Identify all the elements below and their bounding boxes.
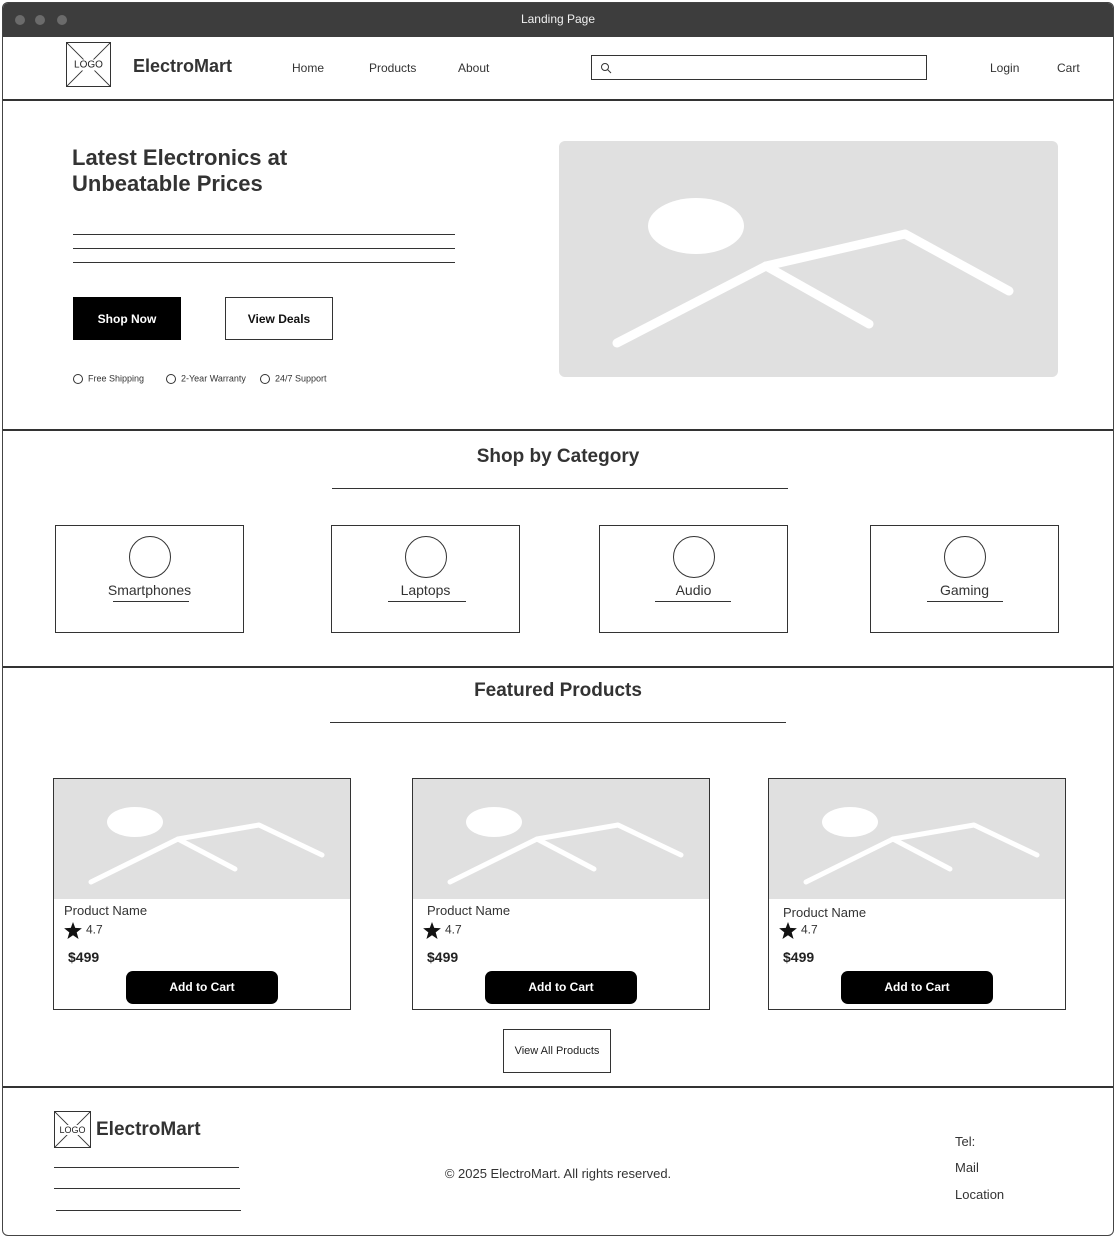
hero-text-line: [73, 248, 455, 249]
product-price: $499: [68, 949, 100, 965]
product-image-placeholder: [54, 779, 350, 899]
hero-section: Latest Electronics at Unbeatable Prices …: [3, 101, 1113, 431]
hero-text-line: [73, 234, 455, 235]
featured-section: Featured Products Product Name 4.7 $499 …: [3, 668, 1113, 1088]
category-icon: [943, 536, 986, 578]
title-bar: Landing Page: [3, 3, 1113, 37]
section-divider: [330, 722, 786, 723]
category-card-laptops[interactable]: Laptops: [331, 525, 520, 633]
search-input[interactable]: [616, 58, 916, 77]
window-title: Landing Page: [520, 12, 596, 26]
category-underline: [655, 601, 731, 602]
cart-link[interactable]: Cart: [1057, 61, 1080, 75]
image-placeholder-icon: [612, 198, 1014, 348]
brand-name[interactable]: ElectroMart: [133, 56, 232, 77]
feature-label: 24/7 Support: [275, 373, 327, 384]
browser-window: Landing Page LOGO ElectroMart Home Produ…: [2, 2, 1114, 1236]
footer-link-line[interactable]: [54, 1188, 240, 1189]
hero-title: Latest Electronics at Unbeatable Prices: [72, 145, 288, 196]
view-deals-button[interactable]: View Deals: [225, 297, 333, 340]
login-link[interactable]: Login: [990, 61, 1019, 75]
category-icon: [404, 536, 447, 578]
add-to-cart-button[interactable]: Add to Cart: [126, 971, 278, 1004]
category-card-gaming[interactable]: Gaming: [870, 525, 1059, 633]
logo-text: LOGO: [58, 1124, 87, 1135]
category-card-smartphones[interactable]: Smartphones: [55, 525, 244, 633]
product-rating: 4.7: [779, 922, 818, 939]
category-section-title: Shop by Category: [476, 446, 640, 467]
header-logo[interactable]: LOGO: [66, 42, 111, 87]
featured-section-title: Featured Products: [474, 680, 642, 701]
shop-now-button[interactable]: Shop Now: [73, 297, 181, 340]
category-underline: [927, 601, 1003, 602]
copyright-text: © 2025 ElectroMart. All rights reserved.: [444, 1166, 672, 1181]
product-name: Product Name: [64, 903, 148, 918]
image-placeholder-icon: [447, 807, 684, 885]
rating-value: 4.7: [445, 922, 462, 937]
nav-about[interactable]: About: [458, 61, 489, 75]
site-footer: LOGO ElectroMart © 2025 ElectroMart. All…: [3, 1088, 1113, 1235]
product-name: Product Name: [783, 905, 867, 920]
circle-icon: [166, 373, 176, 384]
product-card[interactable]: Product Name 4.7 $499 Add to Cart: [412, 778, 710, 1010]
rating-value: 4.7: [86, 922, 103, 937]
product-rating: 4.7: [64, 922, 103, 939]
contact-mail[interactable]: Mail: [955, 1160, 979, 1175]
category-label: Audio: [675, 582, 712, 598]
product-price: $499: [427, 949, 459, 965]
rating-value: 4.7: [801, 922, 818, 937]
hero-image-placeholder: [559, 141, 1058, 377]
footer-link-line[interactable]: [56, 1210, 241, 1211]
feature-free-shipping: Free Shipping: [73, 373, 144, 384]
product-card[interactable]: Product Name 4.7 $499 Add to Cart: [53, 778, 351, 1010]
product-image-placeholder: [769, 779, 1065, 899]
contact-location[interactable]: Location: [955, 1187, 1004, 1202]
footer-brand-name: ElectroMart: [96, 1119, 201, 1140]
search-icon: [601, 63, 612, 74]
logo-text: LOGO: [73, 59, 104, 70]
product-image-placeholder: [413, 779, 709, 899]
star-icon: [779, 922, 797, 939]
feature-support: 24/7 Support: [260, 373, 327, 384]
category-icon: [672, 536, 715, 578]
category-underline: [113, 601, 189, 602]
nav-home[interactable]: Home: [292, 61, 324, 75]
contact-tel[interactable]: Tel:: [955, 1134, 975, 1149]
section-divider: [332, 488, 788, 489]
star-icon: [64, 922, 82, 939]
star-icon: [423, 922, 441, 939]
category-label: Gaming: [939, 582, 990, 598]
circle-icon: [73, 373, 83, 384]
circle-icon: [260, 373, 270, 384]
product-name: Product Name: [427, 903, 511, 918]
site-header: LOGO ElectroMart Home Products About Log…: [3, 37, 1113, 101]
category-section: Shop by Category Smartphones Laptops Aud…: [3, 431, 1113, 668]
category-icon: [128, 536, 171, 578]
nav-products[interactable]: Products: [369, 61, 416, 75]
product-rating: 4.7: [423, 922, 462, 939]
feature-warranty: 2-Year Warranty: [166, 373, 246, 384]
category-card-audio[interactable]: Audio: [599, 525, 788, 633]
category-underline: [388, 601, 466, 602]
view-all-products-button[interactable]: View All Products: [503, 1029, 611, 1073]
category-label: Laptops: [400, 582, 451, 598]
footer-logo[interactable]: LOGO: [54, 1111, 91, 1148]
feature-label: Free Shipping: [88, 373, 145, 384]
image-placeholder-icon: [88, 807, 325, 885]
search-box[interactable]: [591, 55, 927, 80]
hero-text-line: [73, 262, 455, 263]
product-card[interactable]: Product Name 4.7 $499 Add to Cart: [768, 778, 1066, 1010]
add-to-cart-button[interactable]: Add to Cart: [485, 971, 637, 1004]
feature-label: 2-Year Warranty: [181, 373, 246, 384]
image-placeholder-icon: [803, 807, 1040, 885]
product-price: $499: [783, 949, 815, 965]
add-to-cart-button[interactable]: Add to Cart: [841, 971, 993, 1004]
category-label: Smartphones: [107, 582, 192, 598]
